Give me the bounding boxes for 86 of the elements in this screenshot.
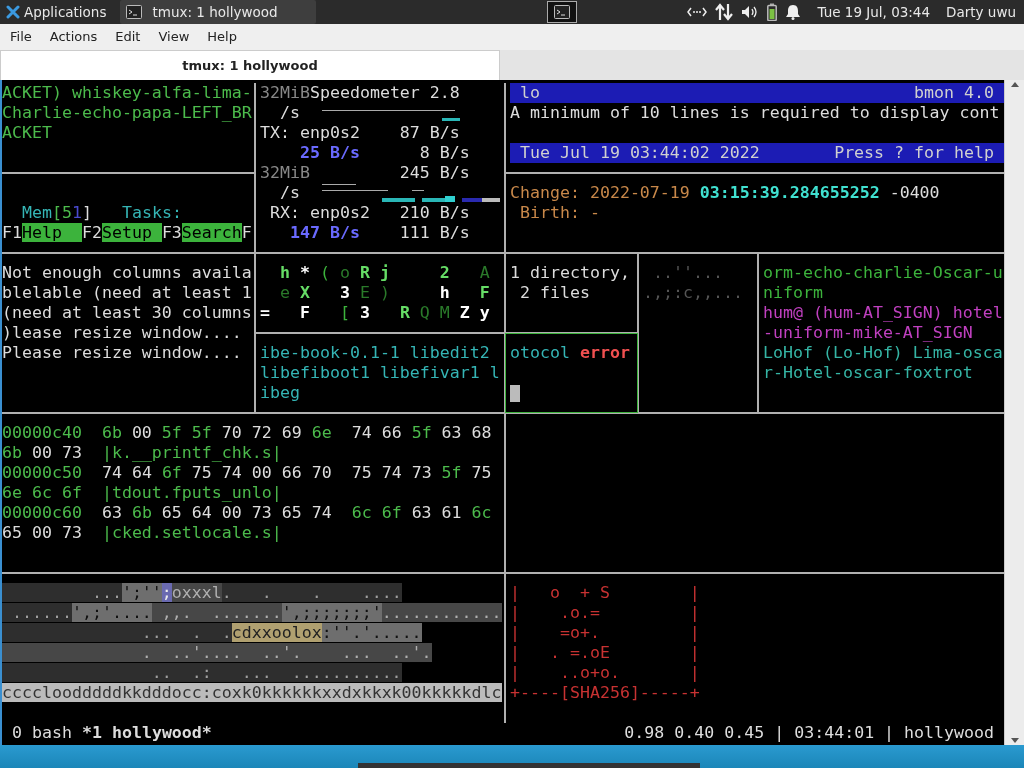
user-name[interactable]: Darty uwu [946,1,1016,23]
transfer-icon[interactable] [715,3,734,21]
terminal-text: Not enough columns availa [2,263,252,282]
terminal-text: otocol error [510,343,630,362]
terminal-text: )lease resize window.... [2,323,242,342]
terminal-text: Charlie-echo-papa-LEFT_BR [2,103,252,122]
terminal-text: LoHof (Lo-Hof) Lima-osca [763,343,1003,362]
terminal-text: 6e 6c 6f |tdout.fputs_unlo| [2,483,282,502]
task-button[interactable]: tmux: 1 hollywood [120,0,317,24]
terminal-text: 65 00 73 |cked.setlocale.s| [2,523,282,542]
terminal-text: -uniform-mike-AT_SIGN [763,323,973,342]
terminal-text: 32MiB 245 B/s [260,163,470,182]
terminal-text: Please resize window.... [2,343,242,362]
terminal-text: ibeg [260,383,300,402]
bar-text: Tue Jul 19 03:44:02 2022 [520,143,760,163]
terminal-text: | o + S | [510,583,700,602]
menu-item[interactable]: Edit [106,24,150,50]
window-label: 0 bash [12,723,72,743]
menu-item[interactable]: Actions [40,24,107,50]
terminal-text: 32MiBSpeedometer 2.8 [260,83,460,102]
menu-item[interactable]: View [149,24,199,50]
terminal-text: F1Help F2Setup F3SearchF [2,223,252,242]
terminal-text: h * ( o R j 2 A [278,263,490,282]
terminal-text: | . =.oE | [510,643,700,662]
terminal-text: ibe-book-0.1-1 libedit2 [260,343,490,362]
terminal-text: | ..o+o. | [510,663,700,682]
menu-item[interactable]: File [1,24,41,50]
terminal-text: orm-echo-charlie-Oscar-u [763,263,1003,282]
terminal-text: RX: enp0s2 210 B/s [269,203,470,222]
terminal-text: 25 B/s 8 B/s [298,143,470,162]
bar-text: bmon 4.0 [914,83,994,103]
terminal-text: | =o+. | [510,623,700,642]
terminal-text: | .o.= | [510,603,700,622]
clock[interactable]: Tue 19 Jul, 03:44 [817,1,931,23]
terminal-text: A minimum of 10 lines is required to display cont [510,103,1000,122]
up-arrow-icon[interactable] [1009,80,1020,88]
terminal-text: ......',;'.... ,,. .......',;;;;;;;'............ [2,603,502,622]
terminal-text: +----[SHA256]-----+ [510,683,700,702]
terminal-text: . ..'.... ..'. ... ..'. [2,643,432,662]
bar-text: lo [520,83,540,103]
terminal-text: 00000c60 63 6b 65 64 00 73 65 74 6c 6f 63 61 6c [2,503,492,522]
tab[interactable]: tmux: 1 hollywood [0,50,500,80]
terminal-icon [126,5,143,19]
volume-icon[interactable] [741,5,760,19]
network-icon[interactable] [687,5,708,19]
status-info: 0.98 0.40 0.45 | 03:44:01 | hollywood [624,723,994,743]
terminal-text: 00000c40 6b 00 5f 5f 70 72 69 6e 74 66 5f 63 68 [2,423,492,442]
terminal-text: blelable (need at least 1 [2,283,252,302]
terminal-text: 147 B/s 111 B/s [288,223,470,242]
terminal-text: ... . .cdxxoolox:''.'..... [2,623,422,642]
terminal-icon [554,5,571,19]
terminal-text: e X 3 E ) h F [278,283,490,302]
menu-logo-icon [6,5,20,19]
terminal-text: TX: enp0s2 87 B/s [260,123,460,142]
notification-icon[interactable] [785,4,802,20]
terminal-text: ccccloodddddkkdddocc:coxk0kkkkkkxxdxkkxk00kkkkkdlc [2,683,502,702]
terminal-text: r-Hotel-oscar-foxtrot [763,363,973,382]
terminal-text: 2 files [519,283,590,302]
terminal-text: ..''... [652,263,723,282]
terminal-text: niform [763,283,823,302]
terminal-text: hum@ (hum-AT_SIGN) hotel [763,303,1003,322]
terminal-text: .. .: ... ........... [2,663,402,682]
terminal-text: 1 directory, [510,263,630,282]
terminal-text: = F [ 3 R Q M Z y [260,303,490,322]
terminal-text: /s [278,103,300,122]
terminal-text: 6b 00 73 |k.__printf_chk.s| [2,443,282,462]
menu-item[interactable]: Help [198,24,246,50]
terminal-text: .,;:c,,... [643,283,743,302]
terminal-text: /s [278,183,300,202]
down-arrow-icon[interactable] [1009,737,1020,745]
terminal-text: (need at least 30 columns [2,303,252,322]
terminal-text: Mem[51] Tasks: [20,203,182,222]
terminal-text: ...';'';oxxxl. . . .... [2,583,402,602]
terminal-text: Change: 2022-07-19 03:15:39.284655252 -0400 [510,183,940,202]
terminal-text: ACKET [2,123,52,142]
terminal-text: ACKET) whiskey-alfa-lima- [2,83,252,102]
terminal-text: libefiboot1 libefivar1 l [260,363,500,382]
workspace-button[interactable] [547,1,578,23]
terminal-text: 00000c50 74 64 6f 75 74 00 66 70 75 74 73 5f 75 [2,463,492,482]
scrollbar[interactable] [1004,80,1024,745]
window-label: *1 hollywood* [81,723,212,743]
battery-icon[interactable] [767,3,778,21]
bar-text: Press ? for help [834,143,994,163]
applications-menu[interactable]: Applications [0,0,113,24]
terminal-text: Birth: - [519,203,600,222]
text-cursor [510,385,520,402]
